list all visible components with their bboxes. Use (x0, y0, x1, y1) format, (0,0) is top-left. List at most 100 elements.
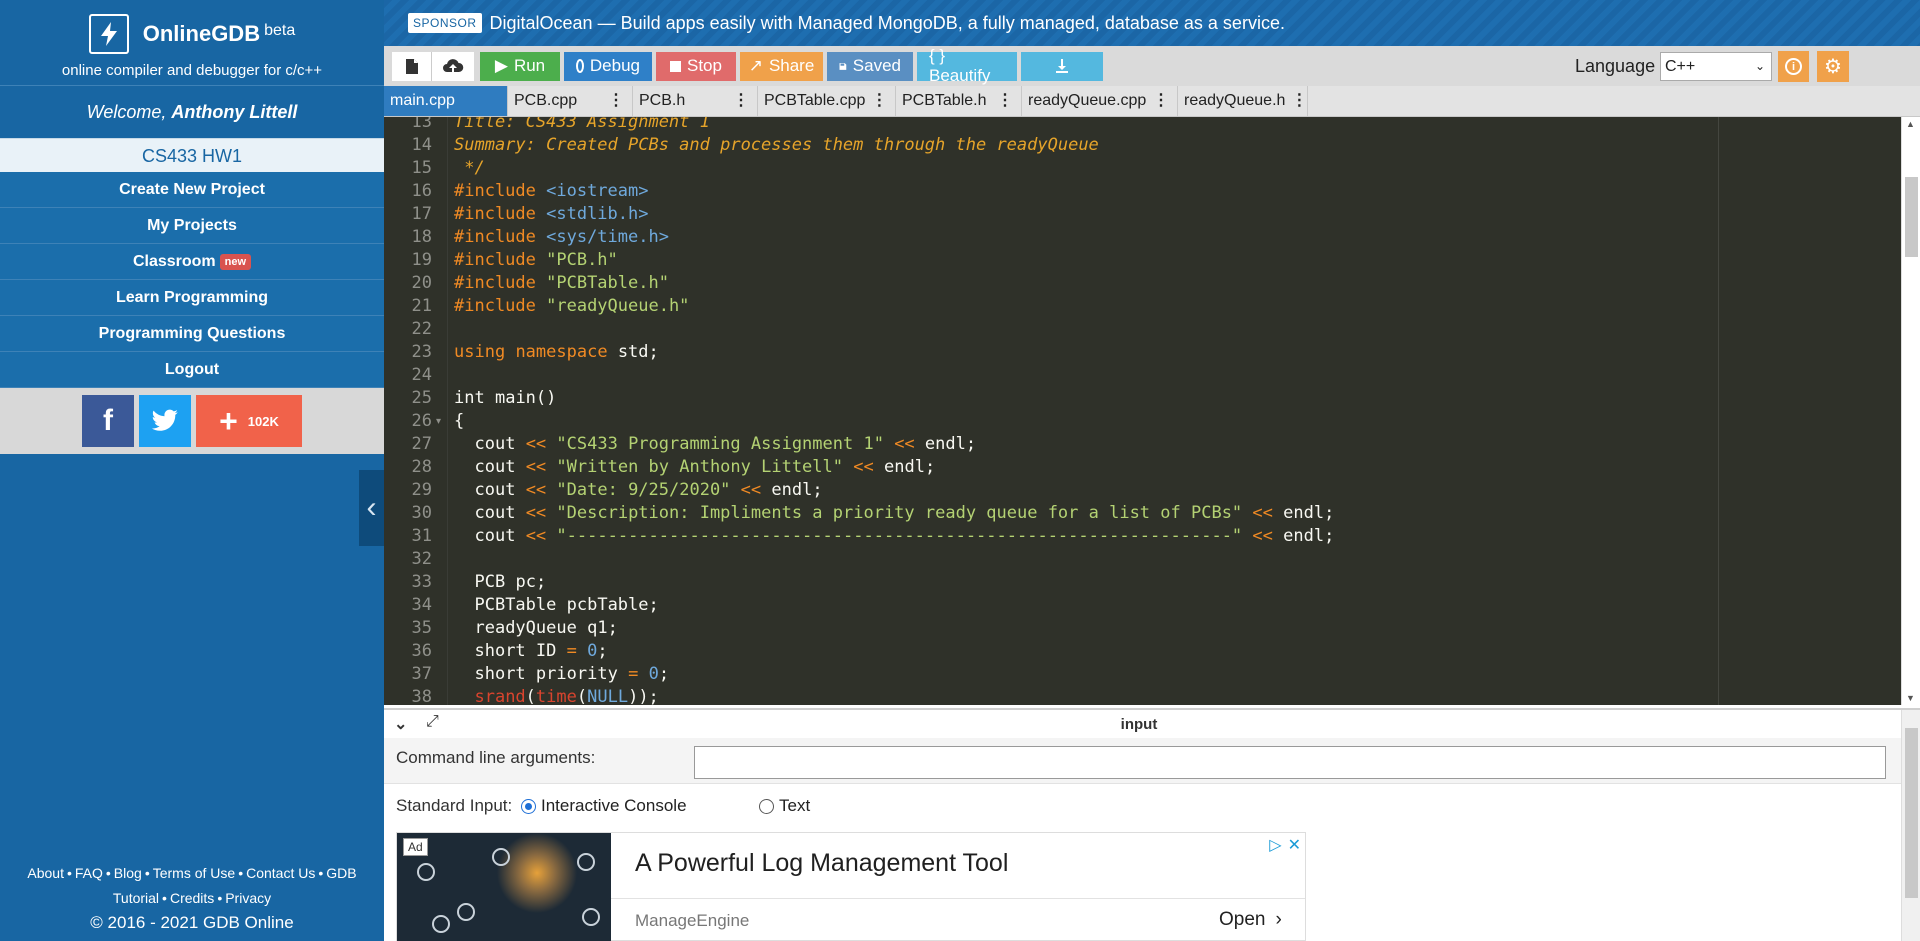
nav-logout[interactable]: Logout (0, 352, 384, 388)
code-line: cout << "-------------------------------… (474, 526, 1335, 546)
code-line: Title: CS433 Assignment 1 (454, 117, 710, 132)
beautify-label: { } Beautify (929, 46, 991, 85)
tab-pcbtable-h[interactable]: PCBTable.h ⋮ (896, 86, 1022, 116)
nav-classroom[interactable]: Classroom new (0, 244, 384, 280)
scroll-up-icon[interactable]: ▲ (1906, 119, 1915, 129)
facebook-share-button[interactable]: f (82, 395, 134, 447)
line-number: 17 (411, 204, 432, 224)
code-area[interactable]: Title: CS433 Assignment 1 Summary: Create… (448, 117, 1885, 705)
code-line: cout << "Date: 9/25/2020" << endl; (474, 480, 823, 500)
tab-pcb-cpp[interactable]: PCB.cpp ⋮ (508, 86, 633, 116)
debug-button[interactable]: Debug (564, 51, 652, 81)
tab-menu-icon[interactable]: ⋮ (997, 86, 1013, 116)
brand-header[interactable]: OnlineGDB beta online compiler and debugg… (0, 0, 384, 86)
advertisement[interactable]: Ad A Powerful Log Management Tool Manage… (396, 832, 1306, 941)
tab-pcb-h[interactable]: PCB.h ⋮ (633, 86, 758, 116)
tab-readyqueue-cpp[interactable]: readyQueue.cpp ⋮ (1022, 86, 1178, 116)
scroll-down-icon[interactable]: ▼ (1906, 693, 1915, 703)
line-number: 23 (411, 342, 432, 362)
line-number: 25 (411, 388, 432, 408)
ad-headline[interactable]: A Powerful Log Management Tool (635, 849, 1008, 878)
debug-label: Debug (589, 56, 640, 75)
run-button[interactable]: ▶ Run (480, 51, 560, 81)
new-file-button[interactable] (392, 51, 432, 81)
ad-open-button[interactable]: Open › (1219, 909, 1282, 931)
tab-pcbtable-cpp[interactable]: PCBTable.cpp ⋮ (758, 86, 896, 116)
brand-beta: beta (264, 21, 296, 39)
adchoices-icon[interactable]: ▷ (1269, 835, 1281, 855)
tab-readyqueue-h[interactable]: readyQueue.h ⋮ (1178, 86, 1308, 116)
nav-learn-programming[interactable]: Learn Programming (0, 280, 384, 316)
tab-main-cpp[interactable]: main.cpp (384, 86, 508, 116)
radio-interactive-console[interactable]: Interactive Console (521, 796, 687, 816)
line-number: 18 (411, 227, 432, 247)
code-line: readyQueue q1; (474, 618, 618, 638)
share-button[interactable]: ↗ Share (740, 51, 823, 81)
beautify-button[interactable]: { } Beautify (917, 46, 1017, 85)
tab-label: main.cpp (390, 92, 455, 109)
tab-menu-icon[interactable]: ⋮ (733, 86, 749, 116)
tab-label: PCB.cpp (514, 92, 578, 109)
footer-link-terms[interactable]: Terms of Use (153, 865, 235, 881)
editor-scrollbar[interactable]: ▲ ▼ (1901, 117, 1920, 705)
command-line-args-input[interactable] (694, 746, 1886, 779)
language-select[interactable]: C++ ⌄ (1660, 52, 1772, 81)
line-number: 24 (411, 365, 432, 385)
download-button[interactable] (1021, 51, 1103, 81)
cloud-upload-icon (443, 58, 464, 73)
footer-link-faq[interactable]: FAQ (75, 865, 103, 881)
code-editor[interactable]: 13 14 15 16 17 18 19 20 21 22 23 24 25 26 ▾ 27 28 29 30 31 3… (384, 117, 1920, 705)
addthis-share-button[interactable]: +102K (196, 395, 302, 447)
sponsor-text: DigitalOcean — Build apps easily with Ma… (489, 12, 1285, 33)
standard-input-row: Standard Input: Interactive Console Text (384, 784, 1920, 822)
settings-button[interactable]: ⚙ (1817, 51, 1849, 82)
plus-icon: + (219, 403, 238, 439)
close-icon[interactable]: ✕ (1288, 835, 1301, 855)
twitter-share-button[interactable] (139, 395, 191, 447)
code-line: PCBTable pcbTable; (474, 595, 659, 615)
code-line: #include <stdlib.h> (454, 204, 649, 224)
footer-link-credits[interactable]: Credits (170, 890, 214, 906)
line-number: 16 (411, 181, 432, 201)
line-number: 34 (411, 595, 432, 615)
footer-link-about[interactable]: About (27, 865, 64, 881)
tab-menu-icon[interactable]: ⋮ (1153, 86, 1169, 116)
tab-menu-icon[interactable]: ⋮ (871, 86, 887, 116)
nav-my-projects[interactable]: My Projects (0, 208, 384, 244)
download-icon (1056, 59, 1068, 73)
command-line-args-label: Command line arguments: (396, 748, 596, 767)
stop-button[interactable]: Stop (656, 51, 736, 81)
info-button[interactable]: i (1778, 51, 1809, 82)
footer-link-privacy[interactable]: Privacy (225, 890, 271, 906)
scrollbar-thumb[interactable] (1905, 728, 1918, 898)
tab-label: readyQueue.h (1184, 92, 1286, 109)
footer-link-contact[interactable]: Contact Us (246, 865, 315, 881)
line-number: 37 (411, 664, 432, 684)
input-panel-title: input (1120, 715, 1158, 733)
sponsor-banner[interactable]: SPONSOR DigitalOcean — Build apps easily… (384, 0, 1920, 46)
input-panel-scrollbar[interactable] (1901, 710, 1920, 941)
chevron-down-icon: ⌄ (1754, 59, 1765, 73)
stop-label: Stop (687, 56, 722, 75)
nav-classroom-label: Classroom (132, 253, 216, 270)
line-number: 15 (411, 158, 432, 178)
fold-arrow-icon[interactable]: ▾ (436, 416, 441, 427)
tab-menu-icon[interactable]: ⋮ (1291, 86, 1307, 116)
current-project[interactable]: CS433 HW1 (0, 138, 384, 172)
line-number: 29 (411, 480, 432, 500)
standard-input-label: Standard Input: (396, 796, 513, 815)
nav-create-new-project[interactable]: Create New Project (0, 172, 384, 208)
footer-link-blog[interactable]: Blog (114, 865, 142, 881)
tab-menu-icon[interactable]: ⋮ (608, 86, 624, 116)
language-label: Language (1575, 56, 1656, 76)
scrollbar-thumb[interactable] (1905, 177, 1918, 257)
upload-button[interactable] (432, 51, 474, 81)
radio-text[interactable]: Text (759, 796, 810, 816)
line-number: 14 (411, 135, 432, 155)
brand-name: OnlineGDB (142, 21, 261, 46)
save-button[interactable]: Saved (827, 51, 913, 81)
collapse-sidebar-button[interactable]: ‹ (359, 470, 384, 546)
radio-label: Text (779, 796, 811, 815)
nav-programming-questions[interactable]: Programming Questions (0, 316, 384, 352)
ad-choices[interactable]: ▷ ✕ (1269, 835, 1301, 855)
